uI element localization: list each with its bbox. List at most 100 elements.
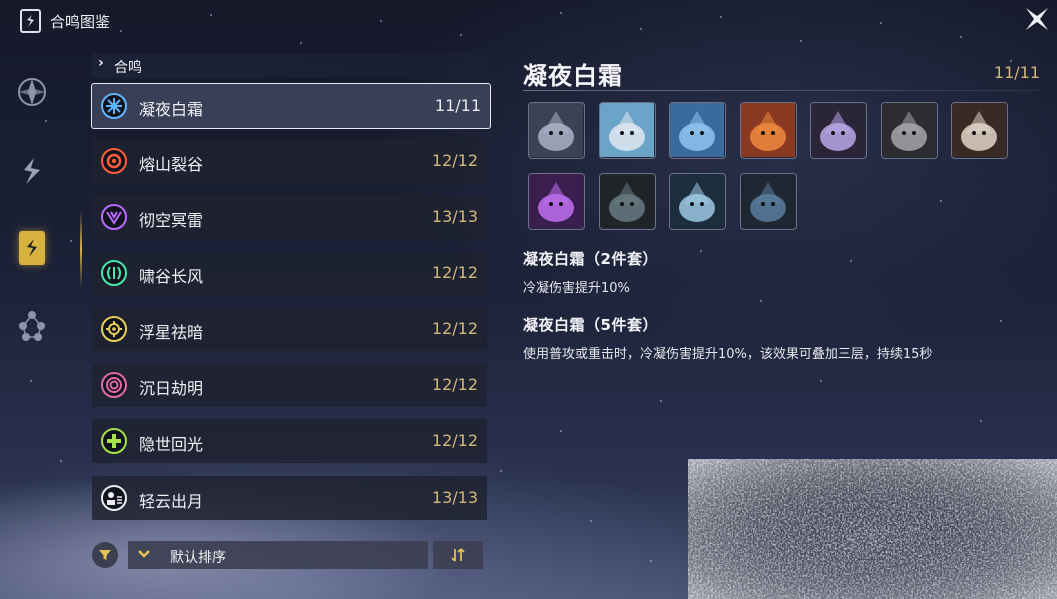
chevron-right-icon: › xyxy=(98,55,104,71)
star-dot xyxy=(120,30,122,32)
star-dot xyxy=(560,12,562,14)
heal-cross-icon xyxy=(101,428,127,454)
filter-button[interactable] xyxy=(92,542,118,568)
star-dot xyxy=(300,42,302,44)
wind-icon xyxy=(101,260,127,286)
sonata-list-item[interactable]: 轻云出月 13/13 xyxy=(92,476,487,520)
chevron-down-icon xyxy=(137,546,151,565)
sonata-count: 12/12 xyxy=(431,263,478,282)
sonata-list-item[interactable]: 浮星祛暗 12/12 xyxy=(92,307,487,351)
star-dot xyxy=(940,200,942,202)
star-dot xyxy=(70,240,72,242)
sonata-list-item[interactable]: 啸谷长风 12/12 xyxy=(92,251,487,295)
star-dot xyxy=(640,28,642,30)
star-dot xyxy=(980,420,982,422)
set5-description: 使用普攻或重击时，冷凝伤害提升10%，该效果可叠加三层，持续15秒 xyxy=(523,347,933,362)
lightning-icon xyxy=(101,204,127,230)
page-title: 合鸣图鉴 xyxy=(50,13,111,31)
sonata-book-active-icon xyxy=(19,231,45,265)
star-dot xyxy=(1010,60,1012,62)
filter-icon xyxy=(99,550,111,560)
star-dot xyxy=(560,430,562,432)
antlered-beast-echo[interactable] xyxy=(951,102,1008,159)
sonata-list-item[interactable]: 熔山裂谷 12/12 xyxy=(92,139,487,183)
star-dot xyxy=(590,520,592,522)
flame-icon xyxy=(101,148,127,174)
set2-description: 冷凝伤害提升10% xyxy=(523,281,630,296)
star-icon xyxy=(101,316,127,342)
star-dot xyxy=(760,300,762,302)
pufferfish-echo[interactable] xyxy=(598,102,656,159)
ice-crystal-beast-echo[interactable] xyxy=(669,102,726,159)
star-dot xyxy=(880,22,882,24)
close-button[interactable] xyxy=(1021,4,1053,34)
list-section-label: 合鸣 xyxy=(114,60,142,76)
star-dot xyxy=(1000,320,1002,322)
sonata-list-item[interactable]: 彻空冥雷 13/13 xyxy=(92,195,487,239)
dark-knight-echo[interactable] xyxy=(810,102,867,159)
sonata-name: 凝夜白霜 xyxy=(139,100,204,119)
echo-list-icon xyxy=(18,78,46,106)
side-rail xyxy=(0,50,62,590)
star-dot xyxy=(850,260,852,262)
orange-crystal-beast-echo[interactable] xyxy=(739,102,797,159)
eclipse-icon xyxy=(101,372,127,398)
sonata-name: 沉日劫明 xyxy=(139,379,204,398)
list-section-header: › 合鸣 xyxy=(92,54,488,78)
star-dot xyxy=(720,16,722,18)
rail-active-indicator xyxy=(80,210,82,288)
sonata-list-item[interactable]: 沉日劫明 12/12 xyxy=(92,363,487,407)
noise-overlay xyxy=(688,459,1057,599)
snowflake-icon xyxy=(101,93,127,119)
ice-dragon-echo[interactable] xyxy=(669,173,726,230)
star-dot xyxy=(800,40,802,42)
sonata-name: 浮星祛暗 xyxy=(139,323,204,342)
hooded-knight-echo[interactable] xyxy=(528,102,585,159)
sonata-book-icon xyxy=(20,9,41,33)
sonata-count: 13/13 xyxy=(431,207,478,226)
white-wolf-echo[interactable] xyxy=(880,102,938,159)
sonata-count: 12/12 xyxy=(431,431,478,450)
purple-sprout-echo[interactable] xyxy=(528,173,585,230)
detail-divider xyxy=(523,90,1041,91)
star-dot xyxy=(380,20,382,22)
set2-title: 凝夜白霜（2件套） xyxy=(523,250,658,268)
star-dot xyxy=(650,560,652,562)
sort-order-button[interactable] xyxy=(433,541,483,569)
rail-sonata-book-button[interactable] xyxy=(12,228,52,268)
rail-echo-list-button[interactable] xyxy=(12,72,52,112)
sonata-name: 熔山裂谷 xyxy=(139,155,204,174)
close-icon xyxy=(1026,8,1048,30)
set5-title: 凝夜白霜（5件套） xyxy=(523,316,658,334)
sonata-list-item[interactable]: 凝夜白霜 11/11 xyxy=(91,83,491,129)
sonata-count: 11/11 xyxy=(434,96,481,115)
sort-order-icon xyxy=(451,548,465,562)
star-dot xyxy=(210,14,212,16)
rail-resonance-chain-button[interactable] xyxy=(12,306,52,346)
detail-title: 凝夜白霜 xyxy=(523,62,623,90)
sonata-name: 彻空冥雷 xyxy=(139,211,204,230)
star-dot xyxy=(660,400,662,402)
detail-count: 11/11 xyxy=(993,63,1040,82)
sonata-name: 啸谷长风 xyxy=(139,267,204,286)
sort-dropdown[interactable]: 默认排序 xyxy=(128,541,428,569)
resonance-chain-icon xyxy=(19,311,45,341)
star-dot xyxy=(700,250,702,252)
blue-mech-echo[interactable] xyxy=(739,173,797,230)
sonata-name: 隐世回光 xyxy=(139,435,204,454)
sonata-list-item[interactable]: 隐世回光 12/12 xyxy=(92,419,487,463)
star-dot xyxy=(820,380,822,382)
sonata-count: 12/12 xyxy=(431,319,478,338)
rail-weapon-button[interactable] xyxy=(12,151,52,191)
sonata-count: 12/12 xyxy=(431,375,478,394)
sonata-name: 轻云出月 xyxy=(139,492,204,511)
sonata-count: 12/12 xyxy=(431,151,478,170)
dark-hooded-echo[interactable] xyxy=(598,173,656,230)
weapon-icon xyxy=(24,158,40,184)
sort-label: 默认排序 xyxy=(170,550,226,566)
star-dot xyxy=(500,470,502,472)
star-dot xyxy=(960,36,962,38)
cloud-moon-icon xyxy=(101,485,127,511)
sonata-count: 13/13 xyxy=(431,488,478,507)
star-dot xyxy=(460,34,462,36)
